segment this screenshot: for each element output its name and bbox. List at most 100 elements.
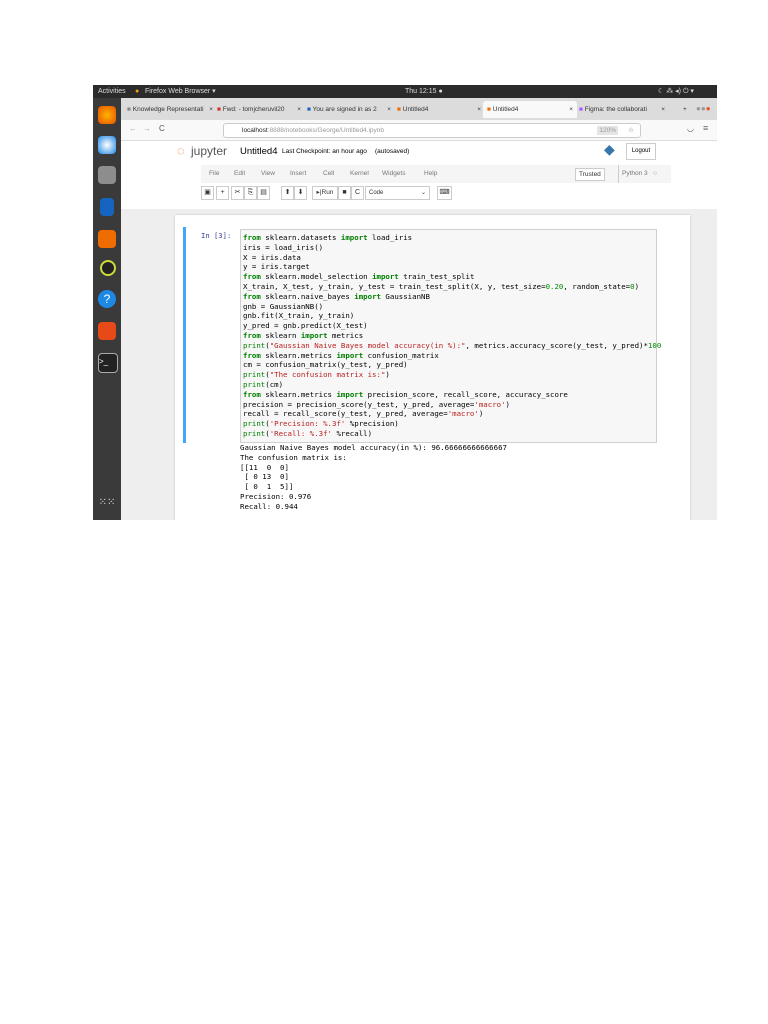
- system-tray[interactable]: ☾ ⁂ ◂) ⏻ ▾: [658, 85, 694, 98]
- trusted-indicator[interactable]: Trusted: [575, 168, 605, 181]
- clock[interactable]: Thu 12:15 ●: [405, 85, 443, 98]
- bookmark-star-icon[interactable]: ☆: [628, 124, 634, 137]
- firefox-icon[interactable]: [98, 106, 116, 124]
- restart-icon[interactable]: C: [351, 186, 364, 200]
- code-line: iris = load_iris(): [243, 243, 661, 253]
- code-token: %precision): [345, 419, 399, 429]
- menu-help[interactable]: Help: [424, 165, 437, 183]
- browser-tab[interactable]: ■ Fwd: - tomjcheruvil20 ×: [213, 101, 305, 118]
- new-tab-button[interactable]: +: [679, 101, 687, 118]
- help-icon[interactable]: ?: [98, 290, 116, 308]
- window-close-icon[interactable]: ●: [706, 104, 711, 113]
- code-line: from sklearn.metrics import precision_sc…: [243, 390, 661, 400]
- jupyter-logo[interactable]: jupyter: [191, 144, 227, 158]
- app-grid-icon[interactable]: ⁙⁙: [98, 494, 116, 512]
- run-label: Run: [321, 189, 334, 196]
- browser-tab[interactable]: ■ Knowledge Representati ×: [123, 101, 217, 118]
- code-token: sklearn.datasets: [260, 233, 341, 242]
- menu-edit[interactable]: Edit: [234, 165, 245, 183]
- code-token: import: [354, 291, 381, 301]
- code-token: ): [505, 399, 510, 409]
- thunderbird-icon[interactable]: [98, 136, 116, 154]
- cell-type-select[interactable]: Code ⌄: [365, 186, 430, 200]
- code-line: print('Precision: %.3f' %precision): [243, 419, 661, 429]
- run-button[interactable]: ▸|Run: [312, 186, 338, 200]
- close-tab-icon[interactable]: ×: [477, 101, 481, 118]
- screenshot-app-icon[interactable]: [98, 322, 116, 340]
- dock: ? >_ ⁙⁙: [93, 98, 121, 520]
- activities-button[interactable]: Activities: [98, 85, 126, 98]
- code-line: precision = precision_score(y_test, y_pr…: [243, 400, 661, 410]
- code-token: from: [243, 272, 261, 282]
- menu-cell[interactable]: Cell: [323, 165, 334, 183]
- code-token: sklearn.metrics: [260, 350, 337, 360]
- browser-tab[interactable]: ■ Figma: the collaborati ×: [575, 101, 669, 118]
- code-token: sklearn: [260, 330, 301, 340]
- code-token: 'macro': [447, 409, 479, 419]
- code-token: ): [385, 370, 390, 380]
- back-button[interactable]: ←: [129, 124, 137, 133]
- kernel-name: Python 3: [618, 165, 648, 183]
- browser-tab[interactable]: ■ Untitled4 ×: [393, 101, 485, 118]
- code-text: from sklearn.datasets import load_iris ir…: [243, 233, 661, 439]
- code-token: sklearn.naive_bayes: [260, 291, 355, 301]
- close-tab-icon[interactable]: ×: [569, 101, 573, 118]
- close-tab-icon[interactable]: ×: [387, 101, 391, 118]
- software-icon[interactable]: [98, 230, 116, 248]
- firefox-icon: ●: [135, 88, 140, 95]
- copy-icon[interactable]: ⎘: [244, 186, 257, 200]
- terminal-icon[interactable]: >_: [98, 353, 118, 373]
- code-line: print("The confusion matrix is:"): [243, 370, 661, 380]
- save-icon[interactable]: ▣: [201, 186, 214, 200]
- logout-button[interactable]: Logout: [626, 143, 656, 160]
- move-up-icon[interactable]: ⬆: [281, 186, 294, 200]
- cell-output: Gaussian Naive Bayes model accuracy(in %…: [240, 443, 507, 511]
- tab-favicon-icon: ■: [307, 106, 311, 113]
- tab-bar: ■ Knowledge Representati × ■ Fwd: - tomjch…: [121, 98, 717, 120]
- code-input[interactable]: from sklearn.datasets import load_iris ir…: [240, 229, 661, 443]
- code-token: GaussianNB: [380, 291, 430, 301]
- pocket-icon[interactable]: ◡: [687, 124, 694, 133]
- code-cell[interactable]: In [3]: from sklearn.datasets import loa…: [183, 227, 661, 443]
- files-icon[interactable]: [98, 166, 116, 184]
- close-tab-icon[interactable]: ×: [661, 101, 665, 118]
- menu-widgets[interactable]: Widgets: [382, 165, 405, 183]
- notebook-title[interactable]: Untitled4: [240, 146, 278, 157]
- keyboard-icon[interactable]: ⌨: [437, 186, 452, 200]
- rhythmbox-icon[interactable]: [100, 260, 116, 276]
- code-line: print("Gaussian Naive Bayes model accura…: [243, 341, 661, 351]
- browser-tab[interactable]: ■ Untitled4 ×: [483, 101, 577, 118]
- hamburger-menu-icon[interactable]: ≡: [703, 123, 708, 133]
- app-menu[interactable]: Firefox Web Browser ▾: [145, 85, 216, 98]
- writer-icon[interactable]: [100, 198, 114, 216]
- code-token: from: [243, 350, 261, 360]
- zoom-level[interactable]: 120%: [597, 126, 618, 135]
- move-down-icon[interactable]: ⬇: [294, 186, 307, 200]
- close-tab-icon[interactable]: ×: [297, 101, 301, 118]
- code-token: from: [243, 330, 261, 340]
- menu-view[interactable]: View: [261, 165, 275, 183]
- cut-icon[interactable]: ✂: [231, 186, 244, 200]
- menu-file[interactable]: File: [209, 165, 219, 183]
- menu-insert[interactable]: Insert: [290, 165, 306, 183]
- url-host: localhost: [242, 127, 268, 134]
- add-cell-icon[interactable]: +: [216, 186, 229, 200]
- top-bar: Activities ● Firefox Web Browser ▾ Thu 1…: [93, 85, 717, 98]
- code-token: 'macro': [474, 399, 506, 409]
- url-bar[interactable]: localhost:8888/notebooks/George/Untitled…: [223, 123, 641, 138]
- code-line: gnb = GaussianNB(): [243, 302, 661, 312]
- code-token: , metrics.accuracy_score(y_test, y_pred)…: [465, 340, 648, 350]
- paste-icon[interactable]: ▤: [257, 186, 270, 200]
- code-line: y_pred = gnb.predict(X_test): [243, 321, 661, 331]
- code-token: 'Recall: %.3f': [269, 428, 332, 438]
- code-token: X = iris.data: [243, 252, 301, 262]
- forward-button[interactable]: →: [143, 124, 151, 133]
- code-token: cm = confusion_matrix(y_test, y_pred): [243, 360, 408, 370]
- reload-button[interactable]: C: [159, 124, 165, 133]
- code-line: from sklearn import metrics: [243, 331, 661, 341]
- code-token: 0.20: [545, 281, 564, 291]
- stop-icon[interactable]: ■: [338, 186, 351, 200]
- menu-kernel[interactable]: Kernel: [350, 165, 369, 183]
- browser-tab[interactable]: ■ You are signed in as 2 ×: [303, 101, 395, 118]
- code-token: import: [340, 233, 368, 242]
